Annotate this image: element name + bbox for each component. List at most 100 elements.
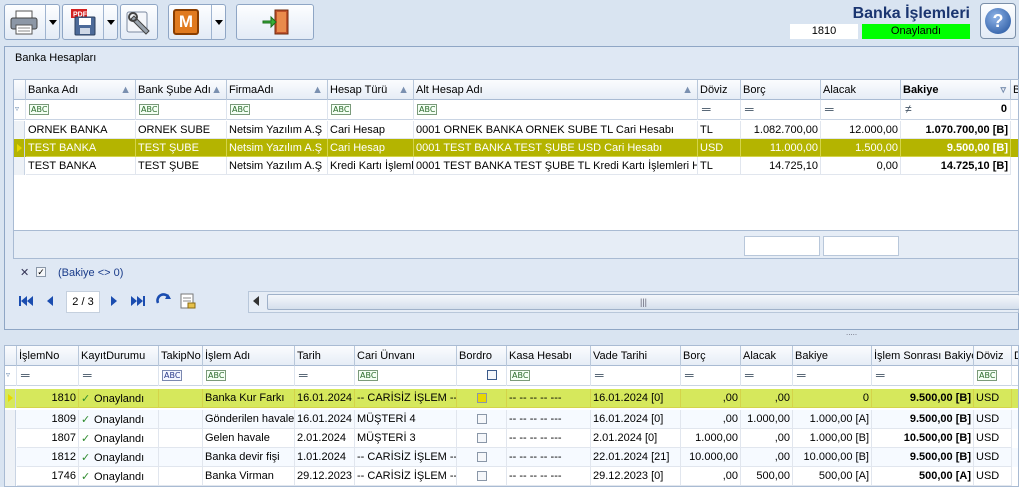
filter-islem-sonrasi-bakiye[interactable]: ═ — [872, 366, 974, 386]
col-hesap-turu[interactable]: Hesap Türü ▲ — [328, 80, 414, 100]
filter-alt-hesap-adi[interactable]: ABC — [414, 100, 698, 120]
filter-borc[interactable]: ═ — [741, 100, 821, 120]
first-record-icon[interactable] — [16, 291, 36, 311]
filter-kayit-durumu[interactable]: ═ — [79, 366, 159, 386]
filter-doviz-2[interactable]: ABC — [974, 366, 1012, 386]
table-row[interactable]: 1812 ✓ Onaylandı Banka devir fişi 1.01.2024… — [5, 448, 1018, 467]
col-alacak[interactable]: Alacak — [821, 80, 901, 100]
col-takip-no[interactable]: TakipNo — [159, 346, 203, 366]
cell-doviz: USD — [698, 139, 741, 157]
filter-doviz[interactable]: ═ — [698, 100, 741, 120]
exit-button[interactable] — [236, 4, 314, 40]
panel-splitter[interactable]: ..... — [0, 329, 1019, 338]
col-vade-tarihi[interactable]: Vade Tarihi — [591, 346, 681, 366]
horizontal-scrollbar[interactable]: ||| — [248, 291, 1019, 313]
muhasebe-button[interactable]: M — [168, 4, 226, 40]
table-row[interactable]: 1746 ✓ Onaylandı Banka Virman 29.12.2023 -- … — [5, 467, 1018, 486]
filter-bakiye-2[interactable]: ═ — [793, 366, 872, 386]
col-borc[interactable]: Borç — [741, 80, 821, 100]
print-dropdown-arrow[interactable] — [45, 5, 59, 39]
prev-record-icon[interactable] — [40, 291, 60, 311]
bordro-checkbox[interactable] — [476, 414, 487, 425]
table-row[interactable]: TEST BANKA TEST ŞUBE Netsim Yazılım A.Ş Car… — [14, 139, 1018, 157]
col-kayit-durumu[interactable]: KayıtDurumu — [79, 346, 159, 366]
filter-expression[interactable]: (Bakiye <> 0) — [58, 267, 123, 279]
col-islem-sonrasi-bakiye[interactable]: İşlem Sonrası Bakiye — [872, 346, 974, 366]
cell-bordro[interactable] — [457, 448, 507, 467]
filter-takip-no[interactable]: ABC — [159, 366, 203, 386]
bordro-checkbox[interactable] — [476, 393, 487, 404]
scroll-left-arrow[interactable] — [253, 296, 259, 306]
last-record-icon[interactable] — [128, 291, 148, 311]
refresh-icon[interactable] — [154, 291, 174, 311]
col-bakiye-2[interactable]: Bakiye — [793, 346, 872, 366]
filter-row-icon: ▿ — [6, 370, 11, 379]
settings-button[interactable] — [120, 4, 158, 40]
col-firma-adi[interactable]: FirmaAdı ▲ — [227, 80, 328, 100]
col-bordro[interactable]: Bordro — [457, 346, 507, 366]
cell-islem-adi: Banka devir fişi — [203, 448, 295, 467]
table-row[interactable]: 1810 ✓ Onaylandı Banka Kur Farkı 16.01.2024… — [5, 389, 1018, 408]
filter-enabled-checkbox[interactable]: ✓ — [36, 267, 46, 277]
table-row[interactable]: 1807 ✓ Onaylandı Gelen havale 2.01.2024 MÜŞT… — [5, 429, 1018, 448]
muhasebe-dropdown-arrow[interactable] — [211, 5, 225, 39]
col-islem-no[interactable]: İşlemNo — [17, 346, 79, 366]
cell-islem-sonrasi-bakiye: 10.500,00 [B] — [872, 429, 974, 448]
col-borc-2[interactable]: Borç — [681, 346, 741, 366]
filter-sube-adi[interactable]: ABC — [136, 100, 227, 120]
cell-bordro[interactable] — [457, 467, 507, 486]
export-grid-icon[interactable] — [178, 291, 198, 311]
pdf-dropdown-arrow[interactable] — [103, 5, 117, 39]
cell-borc: ,00 — [681, 467, 741, 486]
col-kasa-hesabi[interactable]: Kasa Hesabı — [507, 346, 591, 366]
pdf-export-button[interactable]: PDF — [62, 4, 118, 40]
table-row[interactable]: TEST BANKA TEST ŞUBE Netsim Yazılım A.Ş Kre… — [14, 157, 1018, 175]
col-doviz-2[interactable]: Döviz — [974, 346, 1012, 366]
bordro-checkbox[interactable] — [476, 433, 487, 444]
col-islem-adi[interactable]: İşlem Adı — [203, 346, 295, 366]
filter-islem-no[interactable]: ═ — [17, 366, 79, 386]
next-record-icon[interactable] — [104, 291, 124, 311]
print-button[interactable] — [4, 4, 60, 40]
filter-alacak[interactable]: ═ — [821, 100, 901, 120]
cell-sube-adi: ORNEK SUBE — [136, 121, 227, 139]
clear-filter-icon[interactable]: ✕ — [20, 266, 29, 279]
filter-borc-2[interactable]: ═ — [681, 366, 741, 386]
table-row[interactable]: 1809 ✓ Onaylandı Gönderilen havale 16.01.20… — [5, 410, 1018, 429]
cell-islem-no: 1810 — [17, 389, 79, 408]
cell-bordro[interactable] — [457, 410, 507, 429]
filter-vade-tarihi[interactable]: ═ — [591, 366, 681, 386]
filter-alacak-2[interactable]: ═ — [741, 366, 793, 386]
bordro-checkbox[interactable] — [476, 452, 487, 463]
filter-bakiye[interactable]: ≠ 0 — [901, 100, 1011, 120]
panel-title: Banka Hesapları — [15, 52, 97, 64]
cell-bordro[interactable] — [457, 389, 507, 408]
col-b[interactable]: B — [1011, 80, 1018, 100]
col-doviz[interactable]: Döviz — [698, 80, 741, 100]
col-alt-hesap-adi[interactable]: Alt Hesap Adı ▲ — [414, 80, 698, 100]
bordro-checkbox[interactable] — [476, 471, 487, 482]
filter-cari-unvani[interactable]: ABC — [355, 366, 457, 386]
table-row[interactable]: ORNEK BANKA ORNEK SUBE Netsim Yazılım A.Ş C… — [14, 121, 1018, 139]
cell-vade-tarihi: 29.12.2023 [0] — [591, 467, 681, 486]
help-button[interactable]: ? — [980, 3, 1016, 39]
filter-banka-adi[interactable]: ABC — [26, 100, 136, 120]
filter-islem-adi[interactable]: ABC — [203, 366, 295, 386]
col-d[interactable]: D — [1012, 346, 1018, 366]
cell-kayit-durumu: ✓ Onaylandı — [79, 410, 159, 429]
filter-kasa-hesabi[interactable]: ABC — [507, 366, 591, 386]
col-banka-adi[interactable]: Banka Adı ▲ — [26, 80, 136, 100]
printer-icon — [10, 10, 38, 35]
scrollbar-thumb[interactable]: ||| — [267, 294, 1019, 310]
filter-hesap-turu[interactable]: ABC — [328, 100, 414, 120]
col-alacak-2[interactable]: Alacak — [741, 346, 793, 366]
cell-bordro[interactable] — [457, 429, 507, 448]
filter-tarih[interactable]: ═ — [295, 366, 355, 386]
filter-firma-adi[interactable]: ABC — [227, 100, 328, 120]
col-tarih[interactable]: Tarih — [295, 346, 355, 366]
col-bakiye[interactable]: Bakiye ▿ — [901, 80, 1011, 100]
cell-borc: 14.725,10 — [741, 157, 821, 175]
filter-bordro[interactable] — [457, 366, 507, 386]
col-sube-adi[interactable]: Bank Şube Adı ▲ — [136, 80, 227, 100]
col-cari-unvani[interactable]: Cari Ünvanı — [355, 346, 457, 366]
